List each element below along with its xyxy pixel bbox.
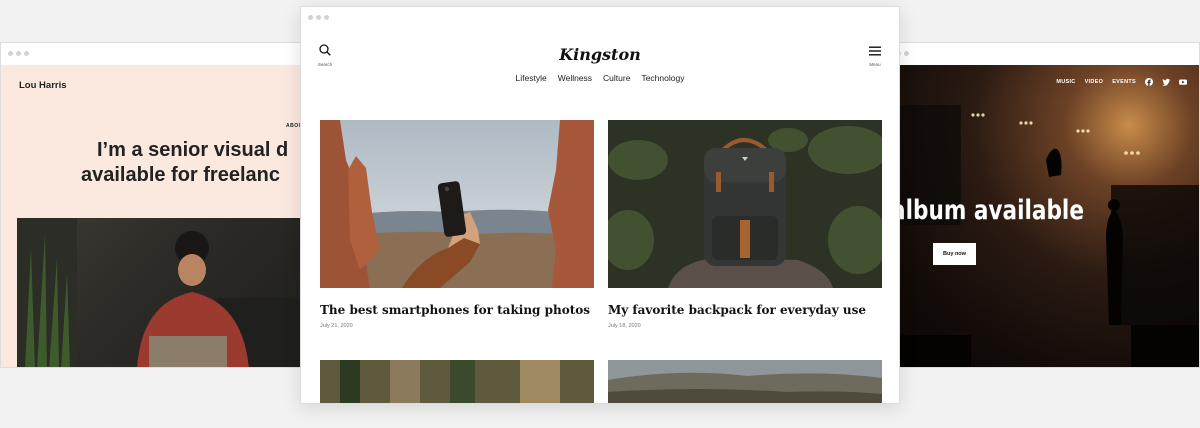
post-image[interactable] (320, 360, 594, 403)
post-date: July 18, 2020 (608, 323, 641, 329)
menu-button[interactable]: Menu (867, 43, 883, 67)
post-title[interactable]: The best smartphones for taking photos (320, 303, 594, 317)
headline-line-2: available for freelanc (81, 164, 280, 186)
post-card[interactable]: My favorite backpack for everyday use Ju… (608, 120, 882, 329)
site-title[interactable]: Kingston (301, 45, 899, 64)
post-image[interactable] (608, 360, 882, 403)
nav-wellness[interactable]: Wellness (558, 73, 592, 83)
band-nav: MUSIC VIDEO EVENTS (1056, 78, 1187, 86)
nav-lifestyle[interactable]: Lifestyle (516, 73, 547, 83)
nav-culture[interactable]: Culture (603, 73, 630, 83)
headline-line-1: I’m a senior visual d (97, 139, 289, 161)
band-page: MUSIC VIDEO EVENTS album available Buy n… (881, 65, 1199, 367)
portfolio-window: Lou Harris ABOUT I’m a senior visual d a… (0, 42, 320, 368)
buy-now-button[interactable]: Buy now (933, 243, 976, 265)
portrait-photo (17, 218, 317, 367)
blog-page: Search Kingston Menu Lifestyle Wellness … (301, 29, 899, 403)
band-window: MUSIC VIDEO EVENTS album available Buy n… (880, 42, 1200, 368)
window-titlebar (301, 7, 899, 30)
twitter-icon[interactable] (1162, 78, 1170, 86)
nav-events[interactable]: EVENTS (1112, 79, 1136, 85)
post-card[interactable] (608, 360, 882, 403)
post-card[interactable]: The best smartphones for taking photos J… (320, 120, 594, 329)
nav-music[interactable]: MUSIC (1056, 79, 1075, 85)
youtube-icon[interactable] (1179, 78, 1187, 86)
blog-window: Search Kingston Menu Lifestyle Wellness … (300, 6, 900, 404)
post-date: July 21, 2020 (320, 323, 353, 329)
facebook-icon[interactable] (1145, 78, 1153, 86)
main-nav: Lifestyle Wellness Culture Technology (301, 73, 899, 83)
window-titlebar (1, 43, 319, 66)
site-name[interactable]: Lou Harris (19, 80, 67, 91)
hamburger-icon (869, 46, 881, 56)
portfolio-page: Lou Harris ABOUT I’m a senior visual d a… (1, 65, 319, 367)
post-image-backpack[interactable] (608, 120, 882, 288)
post-image-phone[interactable] (320, 120, 594, 288)
post-card[interactable] (320, 360, 594, 403)
hero-headline: I’m a senior visual d available for free… (81, 138, 319, 188)
menu-label: Menu (869, 62, 881, 67)
nav-video[interactable]: VIDEO (1085, 79, 1104, 85)
post-title[interactable]: My favorite backpack for everyday use (608, 303, 882, 317)
nav-technology[interactable]: Technology (641, 73, 684, 83)
window-titlebar (881, 43, 1199, 66)
hero-headline: album available (891, 195, 1084, 226)
